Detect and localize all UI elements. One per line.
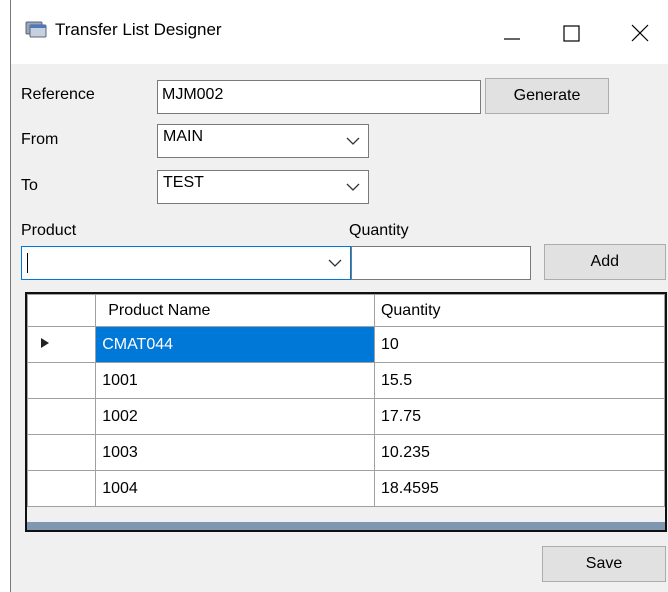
minimize-button[interactable] — [487, 10, 537, 54]
transfer-grid[interactable]: Product Name Quantity CMAT044 10 1001 15… — [25, 292, 667, 532]
column-header-quantity[interactable]: Quantity — [373, 294, 665, 327]
product-name-cell[interactable]: 1002 — [95, 398, 375, 435]
product-name-cell[interactable]: 1003 — [95, 434, 375, 471]
generate-button[interactable]: Generate — [485, 78, 609, 114]
table-row[interactable]: 1004 18.4595 — [27, 470, 665, 507]
save-button[interactable]: Save — [542, 546, 666, 582]
quantity-cell[interactable]: 17.75 — [373, 398, 665, 435]
chevron-down-icon — [346, 183, 360, 191]
row-header[interactable] — [27, 434, 97, 471]
app-window-icon — [25, 20, 49, 40]
product-dropdown[interactable] — [21, 246, 351, 280]
window-title: Transfer List Designer — [55, 20, 222, 39]
reference-value: MJM002 — [162, 86, 224, 103]
table-row[interactable]: 1003 10.235 — [27, 434, 665, 471]
product-name-cell[interactable]: CMAT044 — [95, 326, 375, 363]
minimize-icon — [504, 38, 520, 40]
from-dropdown[interactable]: MAIN — [157, 124, 369, 158]
quantity-cell[interactable]: 10.235 — [373, 434, 665, 471]
product-label: Product — [21, 222, 77, 239]
maximize-button[interactable] — [547, 10, 597, 54]
add-button[interactable]: Add — [544, 244, 666, 280]
table-row[interactable]: CMAT044 10 — [27, 326, 665, 363]
to-dropdown[interactable]: TEST — [157, 170, 369, 204]
product-name-cell[interactable]: 1004 — [95, 470, 375, 507]
maximize-icon — [563, 25, 580, 42]
title-bar[interactable]: Transfer List Designer — [11, 0, 668, 64]
quantity-cell[interactable]: 15.5 — [373, 362, 665, 399]
quantity-cell[interactable]: 18.4595 — [373, 470, 665, 507]
from-value: MAIN — [163, 128, 203, 145]
transfer-list-designer-window: Transfer List Designer Reference MJM002 … — [10, 0, 668, 592]
row-header[interactable] — [27, 398, 97, 435]
quantity-label: Quantity — [349, 222, 409, 239]
grid-header-row: Product Name Quantity — [27, 294, 665, 327]
current-row-arrow-icon — [41, 337, 49, 348]
quantity-input[interactable] — [351, 246, 531, 280]
close-icon — [631, 24, 649, 42]
reference-label: Reference — [21, 86, 95, 103]
row-header[interactable] — [27, 362, 97, 399]
row-header[interactable] — [27, 326, 97, 363]
text-caret — [27, 253, 28, 273]
quantity-cell[interactable]: 10 — [373, 326, 665, 363]
product-name-cell[interactable]: 1001 — [95, 362, 375, 399]
column-header-product-name[interactable]: Product Name — [95, 294, 375, 327]
table-row[interactable]: 1001 15.5 — [27, 362, 665, 399]
grid-new-row-area[interactable] — [27, 522, 665, 530]
reference-input[interactable]: MJM002 — [157, 80, 481, 114]
grid-table: Product Name Quantity CMAT044 10 1001 15… — [27, 294, 665, 507]
chevron-down-icon — [328, 259, 342, 267]
from-label: From — [21, 131, 59, 148]
chevron-down-icon — [346, 137, 360, 145]
grid-corner-cell[interactable] — [27, 294, 97, 327]
close-button[interactable] — [615, 10, 665, 54]
table-row[interactable]: 1002 17.75 — [27, 398, 665, 435]
to-label: To — [21, 177, 38, 194]
row-header[interactable] — [27, 470, 97, 507]
to-value: TEST — [163, 174, 204, 191]
